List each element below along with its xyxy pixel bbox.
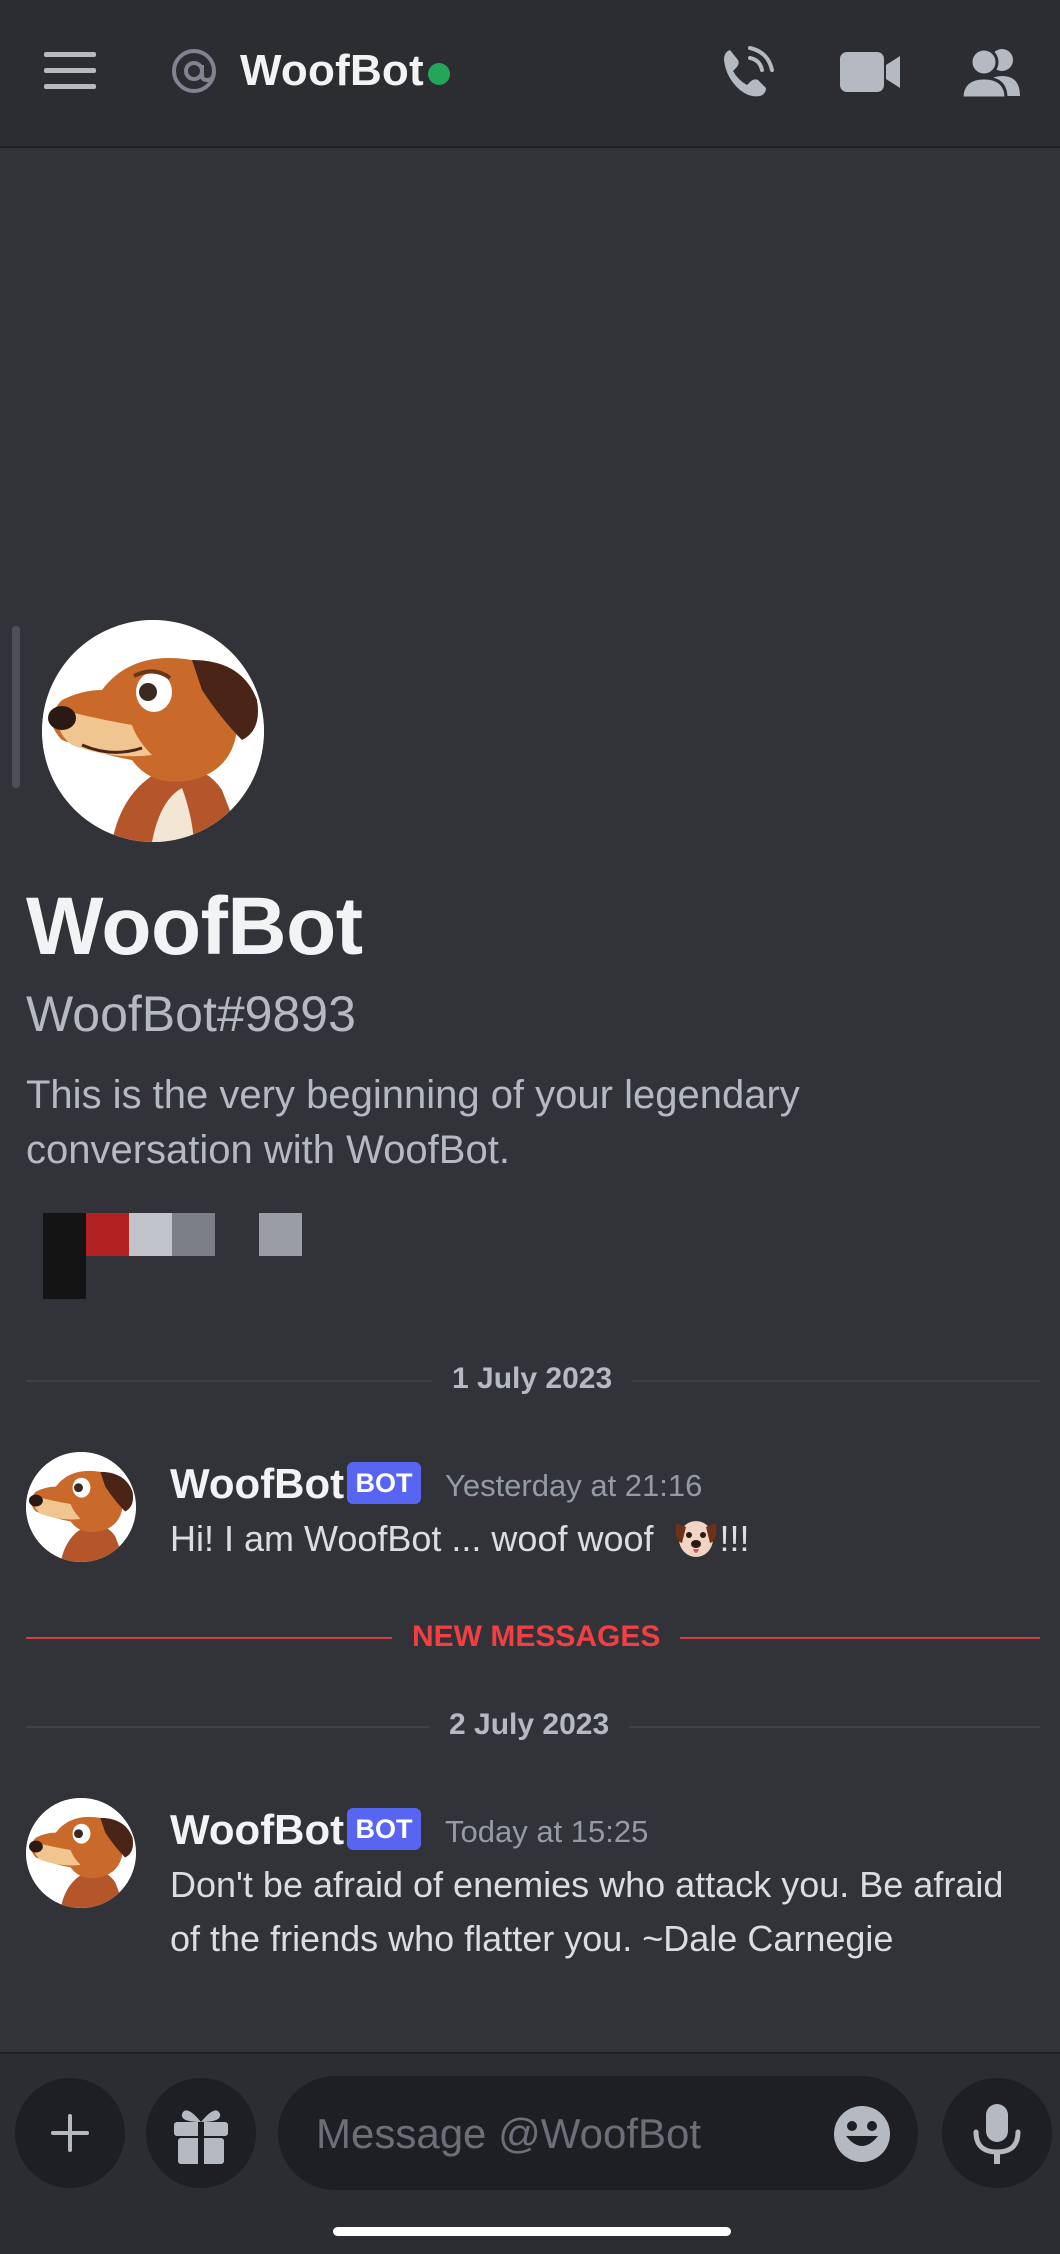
- add-attachment-button[interactable]: [15, 2078, 125, 2188]
- channel-title[interactable]: WoofBot: [240, 46, 424, 96]
- pixel-block: [43, 1256, 86, 1299]
- pixel-block: [259, 1213, 302, 1256]
- voice-message-button[interactable]: [942, 2078, 1052, 2188]
- dog-face-emoji-icon: [672, 1513, 720, 1561]
- gift-icon: [174, 2110, 228, 2164]
- microphone-icon: [973, 2104, 1021, 2164]
- pixel-block: [86, 1213, 129, 1256]
- menu-icon[interactable]: [44, 52, 96, 95]
- message-text-suffix: !!!: [719, 1518, 750, 1559]
- message-input[interactable]: [314, 2076, 778, 2192]
- pixel-block: [43, 1213, 86, 1256]
- pixel-block: [129, 1213, 172, 1256]
- home-indicator[interactable]: [333, 2227, 731, 2236]
- phone-call-icon[interactable]: [718, 44, 776, 107]
- scroll-indicator[interactable]: [12, 626, 20, 788]
- conversation-intro: This is the very beginning of your legen…: [26, 1073, 800, 1172]
- message-author[interactable]: WoofBot: [170, 1806, 344, 1854]
- message-avatar[interactable]: [26, 1798, 136, 1908]
- date-divider-label: 2 July 2023: [429, 1708, 630, 1742]
- at-mention-icon: [170, 47, 218, 100]
- bot-badge: BOT: [347, 1808, 421, 1850]
- profile-name: WoofBot: [26, 881, 363, 972]
- bot-avatar[interactable]: [42, 620, 264, 842]
- message-timestamp: Today at 15:25: [445, 1814, 649, 1849]
- chat-header: WoofBot: [0, 0, 1060, 148]
- message-text: Hi! I am WoofBot ... woof woof: [170, 1518, 654, 1559]
- message-avatar[interactable]: [26, 1452, 136, 1562]
- bot-badge: BOT: [347, 1462, 421, 1504]
- gift-button[interactable]: [146, 2078, 256, 2188]
- message-input-container[interactable]: [278, 2076, 918, 2192]
- message-timestamp: Yesterday at 21:16: [445, 1468, 703, 1503]
- video-call-icon[interactable]: [840, 48, 902, 101]
- message-author[interactable]: WoofBot: [170, 1460, 344, 1508]
- plus-icon: [51, 2114, 89, 2152]
- pixel-block: [172, 1213, 215, 1256]
- emoji-picker-icon[interactable]: [832, 2104, 892, 2169]
- profile-tag: WoofBot#9893: [26, 986, 356, 1042]
- online-status-dot: [428, 63, 450, 85]
- message-body[interactable]: Hi! I am WoofBot ... woof woof !!!: [170, 1512, 1040, 1566]
- members-icon[interactable]: [960, 44, 1022, 105]
- new-messages-label: NEW MESSAGES: [392, 1620, 681, 1654]
- date-divider-label: 1 July 2023: [432, 1362, 633, 1396]
- message-body[interactable]: Don't be afraid of enemies who attack yo…: [170, 1858, 1040, 1966]
